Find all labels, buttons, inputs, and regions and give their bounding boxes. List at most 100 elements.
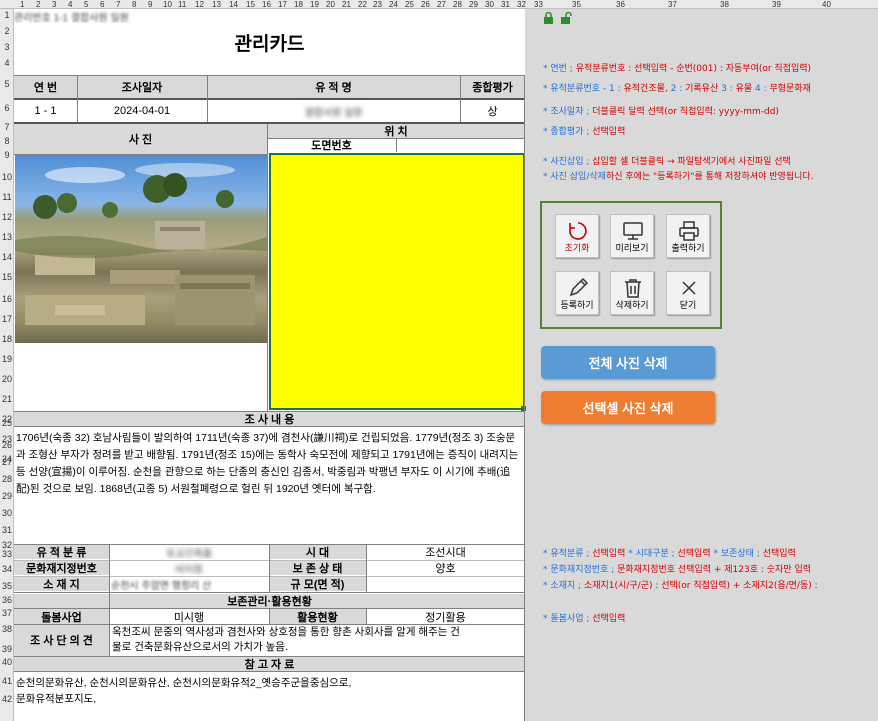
column-header-cell[interactable]: 9 <box>148 0 152 9</box>
row-header-cell[interactable]: 3 <box>0 42 14 52</box>
row-header-cell[interactable]: 9 <box>0 150 14 160</box>
value-condition[interactable]: 양호 <box>366 561 525 575</box>
delete-all-photos-button[interactable]: 전체 사진 삭제 <box>541 346 715 379</box>
row-header-cell[interactable]: 38 <box>0 624 14 634</box>
column-header-cell[interactable]: 13 <box>212 0 221 9</box>
row-header-cell[interactable]: 19 <box>0 354 14 364</box>
column-header-cell[interactable]: 8 <box>132 0 136 9</box>
row-header-cell[interactable]: 15 <box>0 272 14 282</box>
value-usage[interactable]: 정기활용 <box>366 609 525 624</box>
row-header-cell[interactable]: 1 <box>0 10 14 20</box>
row-header-cell[interactable]: 31 <box>0 525 14 535</box>
close-button[interactable]: 닫기 <box>666 271 710 315</box>
value-yeonbeon[interactable]: 1 - 1 <box>14 100 77 122</box>
reference-text[interactable]: 순천의문화유산, 순천시의문화유산, 순천시의문화유적2_옛승주군을중심으로, … <box>16 675 523 707</box>
row-header-cell[interactable]: 13 <box>0 232 14 242</box>
preview-button[interactable]: 미리보기 <box>610 214 654 258</box>
row-header-cell[interactable]: 30 <box>0 508 14 518</box>
row-header-cell[interactable]: 29 <box>0 491 14 501</box>
lock-icon[interactable] <box>543 11 554 24</box>
row-header-cell[interactable]: 16 <box>0 294 14 304</box>
column-header-cell[interactable]: 1 <box>20 0 24 9</box>
column-header-cell[interactable]: 6 <box>100 0 104 9</box>
column-header-cell[interactable]: 35 <box>572 0 581 9</box>
column-header-cell[interactable]: 21 <box>342 0 351 9</box>
row-header-cell[interactable]: 18 <box>0 334 14 344</box>
row-header-cell[interactable]: 27 <box>0 457 14 467</box>
column-header-cell[interactable]: 12 <box>195 0 204 9</box>
column-header-cell[interactable]: 15 <box>246 0 255 9</box>
column-header-cell[interactable]: 22 <box>358 0 367 9</box>
column-header-cell[interactable]: 4 <box>68 0 72 9</box>
row-header-cell[interactable]: 6 <box>0 103 14 113</box>
column-header-cell[interactable]: 14 <box>229 0 238 9</box>
column-header-cell[interactable]: 28 <box>453 0 462 9</box>
row-header-cell[interactable]: 40 <box>0 657 14 667</box>
unlock-icon[interactable] <box>560 11 572 24</box>
column-header-cell[interactable]: 36 <box>616 0 625 9</box>
row-header-cell[interactable]: 4 <box>0 58 14 68</box>
column-header-cell[interactable]: 39 <box>772 0 781 9</box>
value-date[interactable]: 2024-04-01 <box>77 100 207 122</box>
value-site-name[interactable]: 결합사원 일원 <box>207 100 460 122</box>
column-header-cell[interactable]: 7 <box>116 0 120 9</box>
row-header-cell[interactable]: 21 <box>0 394 14 404</box>
column-header-cell[interactable]: 40 <box>822 0 831 9</box>
row-header-cell[interactable]: 10 <box>0 172 14 182</box>
column-header-cell[interactable]: 16 <box>262 0 271 9</box>
row-header-cell[interactable]: 35 <box>0 581 14 591</box>
print-button[interactable]: 출력하기 <box>666 214 710 258</box>
value-category[interactable]: 유교건축물 <box>109 545 269 560</box>
column-header-cell[interactable]: 18 <box>294 0 303 9</box>
value-grade[interactable]: 상 <box>460 100 525 122</box>
column-header-cell[interactable]: 3 <box>52 0 56 9</box>
delete-selected-photo-button[interactable]: 선택셀 사진 삭제 <box>541 391 715 424</box>
column-header-cell[interactable]: 31 <box>501 0 510 9</box>
column-header-cell[interactable]: 32 <box>517 0 526 9</box>
delete-button[interactable]: 삭제하기 <box>610 271 654 315</box>
value-size[interactable] <box>366 577 525 591</box>
value-care-program[interactable]: 미시행 <box>109 609 269 624</box>
column-header-cell[interactable]: 24 <box>389 0 398 9</box>
row-header-cell[interactable]: 11 <box>0 192 14 202</box>
value-heritage-no[interactable]: 비지정 <box>109 561 269 576</box>
row-header-cell[interactable]: 34 <box>0 564 14 574</box>
column-header-cell[interactable]: 5 <box>84 0 88 9</box>
value-opinion[interactable]: 옥천조씨 문중의 역사성과 겸천사와 상호정을 통한 향촌 사회사를 알게 해주… <box>112 625 524 655</box>
column-header-cell[interactable]: 11 <box>178 0 186 9</box>
column-header-cell[interactable]: 38 <box>720 0 729 9</box>
column-header-cell[interactable]: 30 <box>485 0 494 9</box>
column-header-cell[interactable]: 25 <box>405 0 414 9</box>
register-button[interactable]: 등록하기 <box>555 271 599 315</box>
reset-button[interactable]: 초기화 <box>555 214 599 258</box>
column-header-cell[interactable]: 20 <box>326 0 335 9</box>
row-header-cell[interactable]: 41 <box>0 676 14 686</box>
value-address[interactable]: 순천시 주암면 행정리 산 <box>111 577 269 592</box>
row-header-cell[interactable]: 12 <box>0 212 14 222</box>
row-header-cell[interactable]: 33 <box>0 549 14 559</box>
column-header-cell[interactable]: 27 <box>437 0 446 9</box>
column-header-cell[interactable]: 23 <box>373 0 382 9</box>
column-header-cell[interactable]: 10 <box>163 0 172 9</box>
value-era[interactable]: 조선시대 <box>366 545 525 559</box>
row-header-cell[interactable]: 39 <box>0 644 14 654</box>
site-photo[interactable] <box>15 155 267 343</box>
row-header-cell[interactable]: 42 <box>0 694 14 704</box>
column-header-cell[interactable]: 26 <box>421 0 430 9</box>
column-header-cell[interactable]: 37 <box>668 0 677 9</box>
column-header-cell[interactable]: 29 <box>469 0 478 9</box>
map-cell-selected[interactable] <box>269 153 525 410</box>
row-header-cell[interactable]: 5 <box>0 79 14 89</box>
column-header-cell[interactable]: 33 <box>534 0 543 9</box>
row-header-cell[interactable]: 17 <box>0 314 14 324</box>
survey-text[interactable]: 1706년(숙종 32) 호남사림들이 발의하여 1711년(숙종 37)에 겸… <box>16 430 523 498</box>
row-header-cell[interactable]: 14 <box>0 252 14 262</box>
row-header-cell[interactable]: 28 <box>0 474 14 484</box>
column-header-cell[interactable]: 17 <box>278 0 287 9</box>
column-header-cell[interactable]: 2 <box>36 0 40 9</box>
row-header-cell[interactable]: 20 <box>0 374 14 384</box>
column-header-cell[interactable]: 19 <box>310 0 319 9</box>
row-header-cell[interactable]: 25 <box>0 418 14 428</box>
row-header-cell[interactable]: 8 <box>0 136 14 146</box>
row-header-cell[interactable]: 37 <box>0 608 14 618</box>
